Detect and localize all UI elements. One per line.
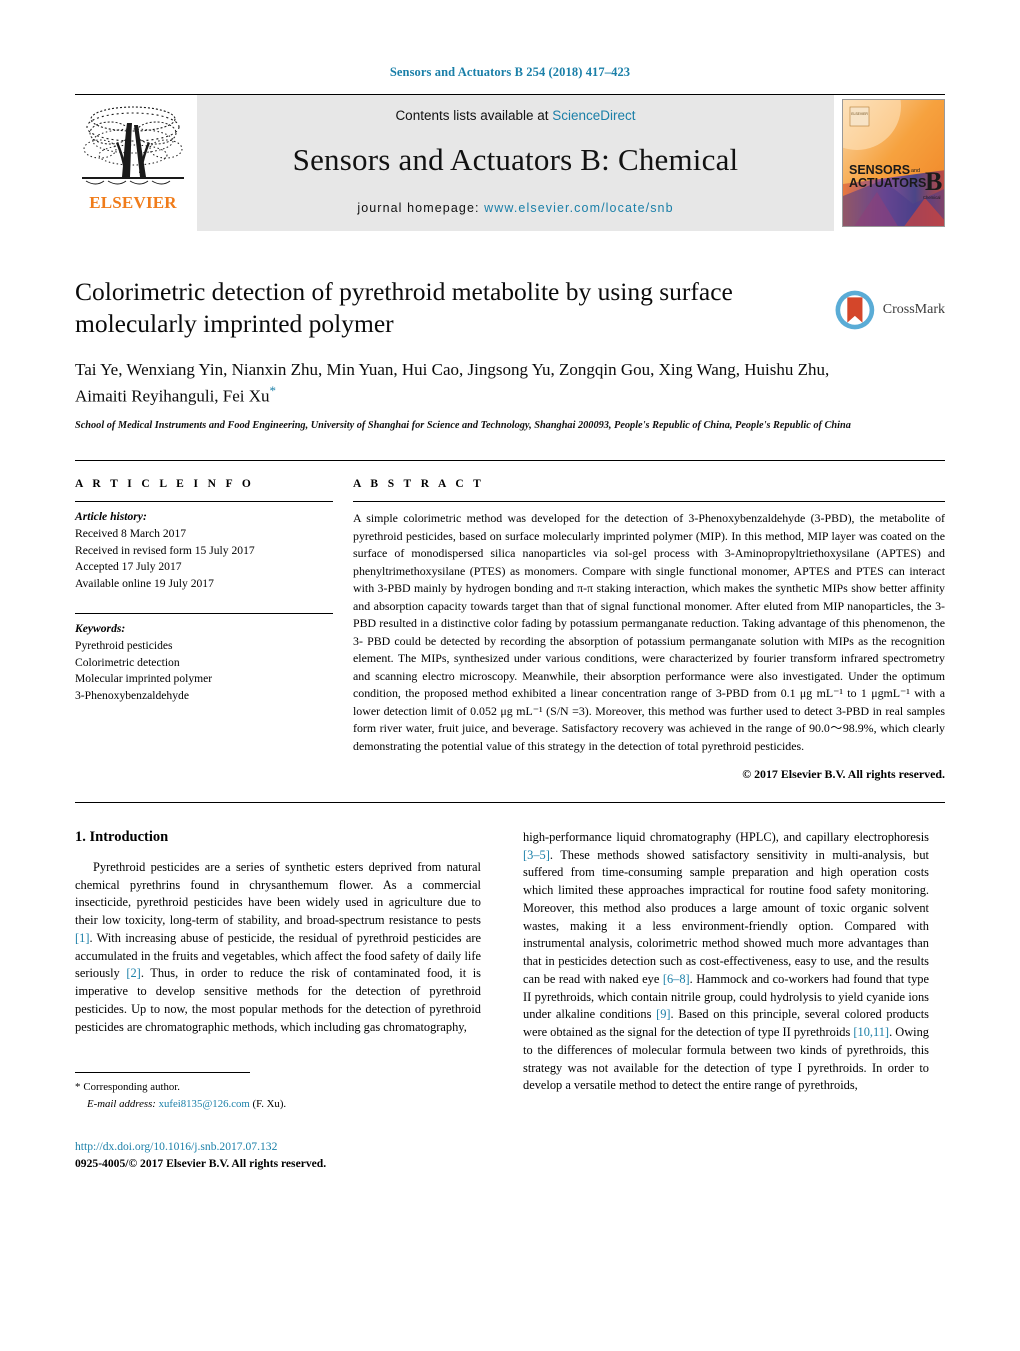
svg-text:ELSEVIER: ELSEVIER — [851, 112, 868, 116]
intro-right-b: . These methods showed satisfactory sens… — [523, 847, 929, 986]
svg-text:SENSORS: SENSORS — [849, 163, 910, 177]
journal-homepage-link[interactable]: www.elsevier.com/locate/snb — [484, 201, 674, 215]
citation-ref-6-8[interactable]: [6–8] — [663, 972, 690, 986]
journal-title: Sensors and Actuators B: Chemical — [292, 142, 739, 177]
journal-masthead: ELSEVIER Contents lists available at Sci… — [75, 94, 945, 231]
body-two-column: 1. Introduction Pyrethroid pesticides ar… — [75, 829, 945, 1173]
article-info-column: A R T I C L E I N F O Article history: R… — [75, 478, 353, 782]
section-number: 1. — [75, 829, 86, 845]
citation-ref-9[interactable]: [9] — [656, 1007, 670, 1021]
intro-paragraph-right: high-performance liquid chromatography (… — [523, 829, 929, 1095]
body-column-right: high-performance liquid chromatography (… — [523, 829, 929, 1173]
svg-text:Chemical: Chemical — [923, 195, 941, 200]
footnote-block: * Corresponding author. E-mail address: x… — [75, 1072, 286, 1112]
info-abstract-region: A R T I C L E I N F O Article history: R… — [75, 460, 945, 782]
body-column-left: 1. Introduction Pyrethroid pesticides ar… — [75, 829, 481, 1173]
journal-cover-art: ELSEVIER SENSORS and ACTUATORS B Chemica… — [843, 100, 944, 226]
abstract-text: A simple colorimetric method was develop… — [353, 511, 945, 753]
crossmark-badge[interactable]: CrossMark — [833, 280, 945, 340]
svg-text:B: B — [925, 167, 942, 196]
elsevier-tree-icon — [82, 106, 184, 185]
author-list: Tai Ye, Wenxiang Yin, Nianxin Zhu, Min Y… — [75, 358, 865, 408]
journal-band: Contents lists available at ScienceDirec… — [197, 95, 834, 231]
elsevier-logo: ELSEVIER — [75, 95, 191, 231]
list-item: Received 8 March 2017 — [75, 526, 187, 540]
affiliation: School of Medical Instruments and Food E… — [75, 419, 851, 431]
article-info-heading: A R T I C L E I N F O — [75, 478, 255, 490]
corresponding-author-marker: * — [269, 382, 277, 398]
page-title: Colorimetric detection of pyrethroid met… — [75, 277, 733, 339]
list-item: Available online 19 July 2017 — [75, 577, 214, 591]
crossmark-icon — [835, 290, 875, 330]
abstract-heading: A B S T R A C T — [353, 478, 485, 490]
issn-copyright-line: 0925-4005/© 2017 Elsevier B.V. All right… — [75, 1157, 327, 1171]
title-block: Colorimetric detection of pyrethroid met… — [75, 276, 945, 436]
article-history-label: Article history: — [75, 510, 147, 523]
section-title-text: Introduction — [89, 829, 169, 845]
abstract-column: A B S T R A C T A simple colorimetric me… — [353, 478, 945, 782]
copyright-line: © 2017 Elsevier B.V. All rights reserved… — [742, 767, 945, 781]
abstract-rule — [353, 501, 945, 502]
citation-ref-3-5[interactable]: [3–5] — [523, 848, 550, 862]
contents-available-line: Contents lists available at ScienceDirec… — [395, 108, 635, 123]
contents-prefix: Contents lists available at — [395, 108, 553, 123]
email-note: E-mail address: xufei8135@126.com (F. Xu… — [75, 1096, 286, 1112]
email-link[interactable]: xufei8135@126.com — [159, 1098, 250, 1110]
corresponding-author-note: * Corresponding author. — [75, 1079, 250, 1095]
journal-homepage-line: journal homepage: www.elsevier.com/locat… — [357, 201, 673, 215]
corresponding-author-text: Corresponding author. — [83, 1081, 180, 1094]
keywords-list: Pyrethroid pesticides Colorimetric detec… — [75, 638, 333, 705]
journal-cover-thumbnail: ELSEVIER SENSORS and ACTUATORS B Chemica… — [842, 99, 945, 227]
doi-footer: http://dx.doi.org/10.1016/j.snb.2017.07.… — [75, 1138, 481, 1173]
list-item: 3-Phenoxybenzaldehyde — [75, 689, 189, 703]
intro-right-a: high-performance liquid chromatography (… — [523, 830, 929, 844]
article-history-block: Article history: Received 8 March 2017 R… — [75, 509, 333, 593]
keywords-label: Keywords: — [75, 621, 126, 635]
intro-text-a: Pyrethroid pesticides are a series of sy… — [75, 860, 481, 928]
svg-text:ACTUATORS: ACTUATORS — [849, 176, 926, 190]
list-item: Pyrethroid pesticides — [75, 638, 173, 652]
email-label: E-mail address: — [87, 1097, 156, 1110]
footnote-marker: * — [75, 1081, 81, 1094]
keywords-rule — [75, 612, 333, 614]
article-info-rule — [75, 501, 333, 502]
list-item: Received in revised form 15 July 2017 — [75, 543, 255, 557]
citation-ref-2[interactable]: [2] — [126, 966, 140, 980]
intro-paragraph-left: Pyrethroid pesticides are a series of sy… — [75, 859, 481, 1036]
keywords-block: Keywords: Pyrethroid pesticides Colorime… — [75, 621, 333, 705]
article-history-list: Received 8 March 2017 Received in revise… — [75, 526, 333, 593]
introduction-heading: 1. Introduction — [75, 829, 481, 846]
list-item: Colorimetric detection — [75, 655, 180, 669]
sciencedirect-link[interactable]: ScienceDirect — [552, 108, 635, 123]
author-names: Tai Ye, Wenxiang Yin, Nianxin Zhu, Min Y… — [75, 360, 830, 406]
list-item: Accepted 17 July 2017 — [75, 560, 182, 574]
doi-link[interactable]: http://dx.doi.org/10.1016/j.snb.2017.07.… — [75, 1138, 481, 1155]
running-head: Sensors and Actuators B 254 (2018) 417–4… — [389, 65, 631, 79]
crossmark-label: CrossMark — [882, 302, 945, 317]
citation-ref-1[interactable]: [1] — [75, 931, 89, 945]
elsevier-wordmark: ELSEVIER — [89, 193, 177, 212]
citation-ref-10-11[interactable]: [10,11] — [853, 1025, 889, 1039]
homepage-prefix: journal homepage: — [357, 201, 485, 215]
section-divider — [75, 802, 945, 803]
svg-text:and: and — [911, 168, 920, 174]
email-suffix: (F. Xu). — [252, 1097, 287, 1110]
article-page: Sensors and Actuators B 254 (2018) 417–4… — [0, 0, 1020, 1351]
list-item: Molecular imprinted polymer — [75, 672, 213, 686]
